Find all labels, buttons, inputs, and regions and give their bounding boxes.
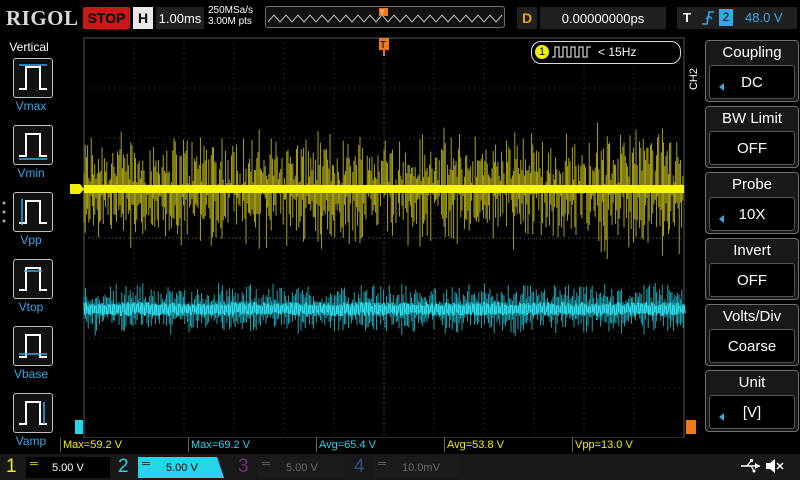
measurement-item[interactable]: Max=69.2 V: [188, 438, 317, 452]
left-arrow-icon: [719, 413, 724, 421]
ch1-offset-marker: [70, 184, 84, 194]
ch2-number[interactable]: 2: [118, 455, 129, 479]
vpp-icon: [19, 199, 47, 225]
trigger-source-badge: 2: [719, 9, 733, 26]
vbase-label: Vbase: [13, 367, 49, 381]
delay-value[interactable]: 0.00000000ps: [540, 7, 666, 29]
ch3-number[interactable]: 3: [238, 455, 249, 479]
probe-value[interactable]: 10X: [709, 197, 795, 231]
ch1-scale-box[interactable]: ═ 5.00 V: [26, 457, 110, 478]
vtop-icon: [19, 267, 47, 291]
svg-text:T: T: [380, 40, 386, 51]
measurement-item[interactable]: Avg=65.4 V: [316, 438, 445, 452]
ch1-number[interactable]: 1: [6, 455, 17, 479]
coupling-menu[interactable]: Coupling DC: [705, 40, 799, 102]
ch-bottom-marker-right: [686, 420, 696, 434]
counter-value: < 15Hz: [598, 45, 637, 59]
measurement-item[interactable]: Vpp=13.0 V: [572, 438, 701, 452]
measurement-bar: Max=59.2 V Max=69.2 V Avg=65.4 V Avg=53.…: [60, 438, 700, 453]
rigol-logo: RIGOL: [6, 6, 79, 30]
vmax-label: Vmax: [15, 99, 47, 113]
invert-menu[interactable]: Invert OFF: [705, 238, 799, 300]
vmin-label: Vmin: [17, 166, 45, 180]
delay-label: D: [517, 7, 537, 29]
memory-depth: 3.00M pts: [208, 16, 252, 27]
memory-overview-bar[interactable]: T: [265, 6, 505, 28]
volts-div-title: Volts/Div: [722, 308, 782, 325]
trigger-label: T: [683, 10, 691, 25]
horizontal-label: H: [133, 7, 153, 29]
dc-coupling-icon: ═: [262, 458, 270, 470]
ch4-scale-box[interactable]: ═ 10.0mV: [374, 457, 460, 478]
coupling-title: Coupling: [722, 44, 782, 61]
ch-bottom-marker-left: [75, 420, 83, 434]
frequency-counter[interactable]: 1 < 15Hz: [531, 41, 681, 64]
rising-edge-icon: [702, 11, 714, 25]
vmin-button[interactable]: [13, 125, 53, 165]
svg-text:T: T: [380, 10, 385, 17]
ch1-scale: 5.00 V: [52, 462, 84, 474]
ch1-center-trace: [84, 185, 684, 193]
speaker-muted-icon[interactable]: [764, 457, 786, 480]
measure-panel-title: Vertical: [9, 40, 49, 54]
ch4-number[interactable]: 4: [354, 455, 365, 479]
timebase-value[interactable]: 1.00ms: [156, 7, 204, 29]
left-page-dots-icon: [2, 200, 6, 224]
vbase-button[interactable]: [13, 326, 53, 366]
volts-div-menu[interactable]: Volts/Div Coarse: [705, 304, 799, 366]
unit-value[interactable]: [V]: [709, 395, 795, 429]
coupling-value[interactable]: DC: [709, 65, 795, 99]
dc-coupling-icon: ═: [378, 458, 386, 470]
dc-coupling-icon: ═: [142, 458, 150, 470]
vamp-icon: [19, 401, 47, 425]
measurement-item[interactable]: Avg=53.8 V: [444, 438, 573, 452]
ch3-scale: 5.00 V: [286, 462, 318, 474]
vmin-icon: [19, 133, 47, 160]
overview-waveform-icon: T: [267, 8, 503, 23]
left-arrow-icon: [719, 215, 724, 223]
bw-limit-title: BW Limit: [722, 110, 782, 127]
vbase-icon: [19, 334, 47, 358]
ch2-scale-box[interactable]: ═ 5.00 V: [138, 457, 224, 478]
vtop-button[interactable]: [13, 259, 53, 299]
vpp-button[interactable]: [13, 192, 53, 232]
bw-limit-value[interactable]: OFF: [709, 131, 795, 165]
run-stop-button[interactable]: STOP: [83, 7, 130, 29]
channel-menu-tag: CH2: [688, 68, 700, 91]
waveform-display[interactable]: T: [60, 34, 700, 438]
square-wave-icon: [552, 46, 591, 58]
usb-icon: [740, 459, 762, 478]
unit-menu[interactable]: Unit [V]: [705, 370, 799, 432]
ch4-scale: 10.0mV: [402, 462, 440, 474]
unit-title: Unit: [738, 374, 766, 391]
vpp-label: Vpp: [20, 233, 42, 247]
left-arrow-icon: [719, 83, 724, 91]
vmax-icon: [19, 64, 47, 90]
measurement-item[interactable]: Max=59.2 V: [60, 438, 189, 452]
trigger-info[interactable]: T 2 48.0 V: [677, 7, 797, 29]
volts-div-value[interactable]: Coarse: [709, 329, 795, 363]
probe-title: Probe: [731, 176, 773, 193]
probe-menu[interactable]: Probe 10X: [705, 172, 799, 234]
sample-rate: 250MSa/s: [208, 5, 254, 16]
dc-coupling-icon: ═: [30, 458, 38, 470]
ch3-scale-box[interactable]: ═ 5.00 V: [258, 457, 344, 478]
ch2-scale: 5.00 V: [166, 462, 198, 474]
vamp-button[interactable]: [13, 393, 53, 433]
bw-limit-menu[interactable]: BW Limit OFF: [705, 106, 799, 168]
invert-value[interactable]: OFF: [709, 263, 795, 297]
vamp-label: Vamp: [15, 434, 47, 448]
counter-channel-badge: 1: [535, 45, 549, 59]
invert-title: Invert: [733, 242, 771, 259]
trigger-level: 48.0 V: [745, 10, 783, 25]
acquisition-info: 250MSa/s 3.00M pts: [208, 5, 253, 27]
vmax-button[interactable]: [13, 58, 53, 98]
vtop-label: Vtop: [18, 300, 44, 314]
